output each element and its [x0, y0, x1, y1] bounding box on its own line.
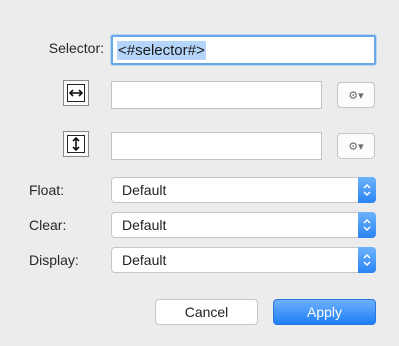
horizontal-size-icon: [67, 84, 85, 102]
selector-input[interactable]: <#selector#>: [111, 35, 376, 65]
vertical-size-icon: [67, 135, 85, 153]
float-popup-value: Default: [122, 182, 167, 198]
clear-popup-value: Default: [122, 217, 167, 233]
display-popup-value: Default: [122, 252, 167, 268]
selector-input-value: <#selector#>: [117, 40, 206, 60]
gear-icon: ⚙▾: [348, 140, 364, 153]
float-popup[interactable]: Default: [111, 177, 376, 203]
display-popup[interactable]: Default: [111, 247, 376, 273]
height-gear-button[interactable]: ⚙▾: [337, 133, 375, 159]
width-gear-button[interactable]: ⚙▾: [337, 82, 375, 108]
chevron-updown-icon: [358, 212, 376, 238]
width-field[interactable]: [111, 81, 322, 109]
clear-popup[interactable]: Default: [111, 212, 376, 238]
clear-label: Clear:: [29, 217, 67, 233]
width-icon-box: [63, 80, 89, 106]
chevron-updown-icon: [358, 247, 376, 273]
height-icon-box: [63, 131, 89, 157]
height-field[interactable]: [111, 132, 322, 160]
chevron-updown-icon: [358, 177, 376, 203]
gear-icon: ⚙▾: [348, 89, 364, 102]
float-label: Float:: [29, 182, 65, 198]
apply-button[interactable]: Apply: [273, 299, 376, 325]
display-label: Display:: [29, 252, 79, 268]
cancel-button[interactable]: Cancel: [155, 299, 258, 325]
selector-label: Selector:: [48, 40, 104, 56]
